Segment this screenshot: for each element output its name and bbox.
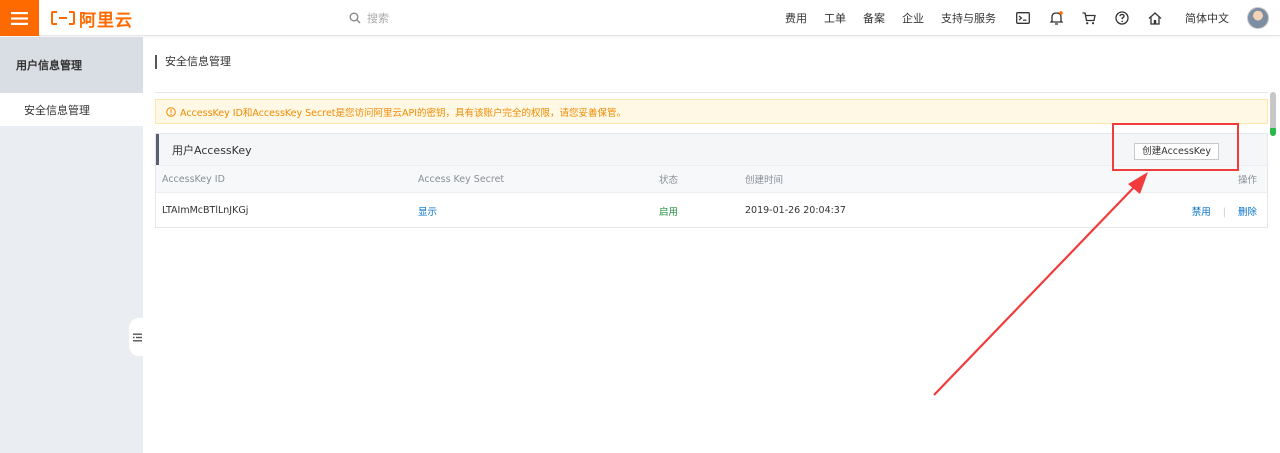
- nav-link-billing[interactable]: 费用: [785, 10, 807, 26]
- security-notice: AccessKey ID和AccessKey Secret是您访问阿里云API的…: [155, 99, 1268, 124]
- hamburger-menu-button[interactable]: [0, 0, 39, 36]
- table-row: LTAImMcBTlLnJKGj 显示 启用 2019-01-26 20:04:…: [156, 193, 1267, 228]
- terminal-button[interactable]: [1016, 11, 1030, 25]
- created-time: 2019-01-26 20:04:37: [745, 205, 846, 216]
- top-bar: 阿里云 费用 工单 备案 企业 支持与服务: [0, 0, 1280, 36]
- terminal-icon: [1016, 12, 1030, 24]
- panel-header: 用户AccessKey 创建AccessKey: [156, 134, 1267, 165]
- language-switcher[interactable]: 简体中文: [1185, 10, 1229, 26]
- panel-title: 用户AccessKey: [172, 143, 252, 157]
- row-actions: 禁用 | 删除: [1192, 204, 1257, 218]
- nav-link-support[interactable]: 支持与服务: [941, 10, 996, 26]
- title-divider: [155, 92, 1268, 93]
- menu-icon: [11, 11, 28, 25]
- sidebar: 用户信息管理 安全信息管理: [0, 37, 143, 453]
- accesskey-id: LTAImMcBTlLnJKGj: [162, 205, 249, 216]
- column-header-secret: Access Key Secret: [418, 173, 505, 185]
- cart-button[interactable]: [1082, 11, 1096, 25]
- action-divider: |: [1222, 206, 1226, 218]
- column-header-created: 创建时间: [745, 175, 784, 186]
- sidebar-section-title[interactable]: 用户信息管理: [0, 37, 143, 93]
- annotation-highlight-box: [1112, 123, 1239, 171]
- aliyun-logo-icon: [51, 11, 75, 25]
- sidebar-item-security[interactable]: 安全信息管理: [0, 93, 143, 126]
- avatar[interactable]: [1247, 7, 1269, 29]
- scrollbar-marker: [1270, 128, 1276, 136]
- nav-link-enterprise[interactable]: 企业: [902, 10, 924, 26]
- notification-button[interactable]: [1049, 11, 1063, 25]
- cart-icon: [1082, 11, 1096, 24]
- warning-icon: [166, 106, 176, 117]
- nav-link-icp[interactable]: 备案: [863, 10, 885, 26]
- notice-text: AccessKey ID和AccessKey Secret是您访问阿里云API的…: [180, 107, 627, 119]
- disable-link[interactable]: 禁用: [1192, 207, 1211, 218]
- nav-link-tickets[interactable]: 工单: [824, 10, 846, 26]
- list-collapse-icon: [132, 333, 142, 341]
- search-input[interactable]: [367, 11, 567, 25]
- help-button[interactable]: [1115, 11, 1129, 25]
- search-icon: [349, 12, 361, 24]
- search-bar[interactable]: [349, 9, 567, 27]
- help-icon: [1115, 11, 1129, 25]
- logo-text: 阿里云: [79, 10, 133, 31]
- column-header-id: AccessKey ID: [162, 173, 225, 185]
- main-content: 安全信息管理 AccessKey ID和AccessKey Secret是您访问…: [143, 37, 1280, 453]
- home-icon: [1148, 11, 1162, 25]
- column-header-status: 状态: [659, 175, 679, 186]
- delete-link[interactable]: 删除: [1238, 207, 1257, 218]
- status-badge: 启用: [659, 206, 679, 218]
- aliyun-logo[interactable]: 阿里云: [51, 7, 133, 31]
- home-button[interactable]: [1148, 11, 1162, 25]
- top-nav: 费用 工单 备案 企业 支持与服务 简体中文: [785, 0, 1280, 36]
- table-header: AccessKey ID Access Key Secret 状态 创建时间 操…: [156, 165, 1267, 193]
- column-header-actions: 操作: [1237, 175, 1257, 186]
- bell-icon: [1049, 11, 1063, 25]
- show-secret-link[interactable]: 显示: [418, 204, 437, 218]
- page-title: 安全信息管理: [155, 55, 231, 69]
- accesskey-panel: 用户AccessKey 创建AccessKey AccessKey ID Acc…: [155, 133, 1268, 228]
